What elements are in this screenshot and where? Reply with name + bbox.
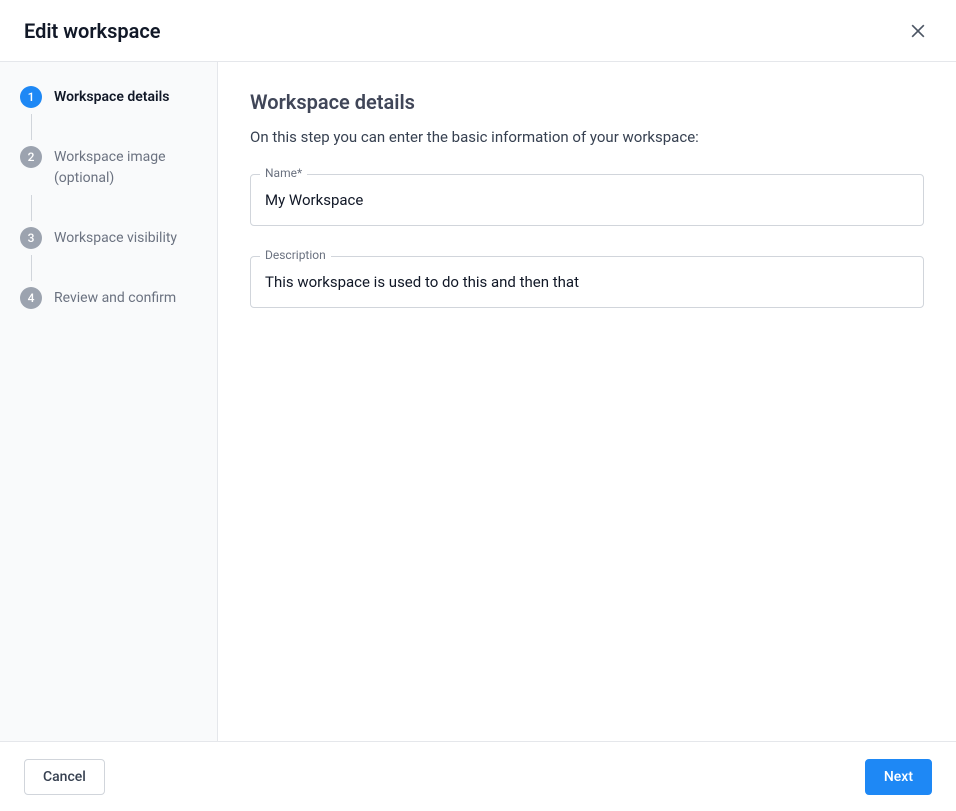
step-label: Review and confirm [54,287,176,309]
step-connector [31,195,32,221]
step-connector [31,114,32,140]
page-title: Workspace details [250,90,924,114]
main-content: Workspace details On this step you can e… [218,62,956,741]
step-label: Workspace visibility [54,227,177,249]
description-input[interactable] [250,256,924,308]
dialog-body: 1 Workspace details 2 Workspace image (o… [0,62,956,741]
step-label: Workspace details [54,86,169,108]
dialog-header: Edit workspace [0,0,956,62]
page-description: On this step you can enter the basic inf… [250,128,924,146]
step-label: Workspace image (optional) [54,146,199,189]
description-field-label: Description [260,248,331,262]
step-number-badge: 1 [20,86,42,108]
name-input[interactable] [250,174,924,226]
step-review-confirm[interactable]: 4 Review and confirm [20,287,199,309]
next-button[interactable]: Next [865,759,932,795]
step-workspace-image[interactable]: 2 Workspace image (optional) [20,146,199,189]
step-number-badge: 3 [20,227,42,249]
stepper: 1 Workspace details 2 Workspace image (o… [20,86,199,309]
step-connector [31,255,32,281]
dialog-footer: Cancel Next [0,741,956,811]
description-field-wrapper: Description [250,256,924,308]
name-field-wrapper: Name* [250,174,924,226]
close-icon [908,21,928,41]
cancel-button[interactable]: Cancel [24,759,105,795]
step-workspace-visibility[interactable]: 3 Workspace visibility [20,227,199,249]
dialog-title: Edit workspace [24,19,161,43]
close-button[interactable] [904,17,932,45]
name-field-label: Name* [260,166,307,180]
stepper-sidebar: 1 Workspace details 2 Workspace image (o… [0,62,218,741]
step-workspace-details[interactable]: 1 Workspace details [20,86,199,108]
step-number-badge: 2 [20,146,42,168]
step-number-badge: 4 [20,287,42,309]
